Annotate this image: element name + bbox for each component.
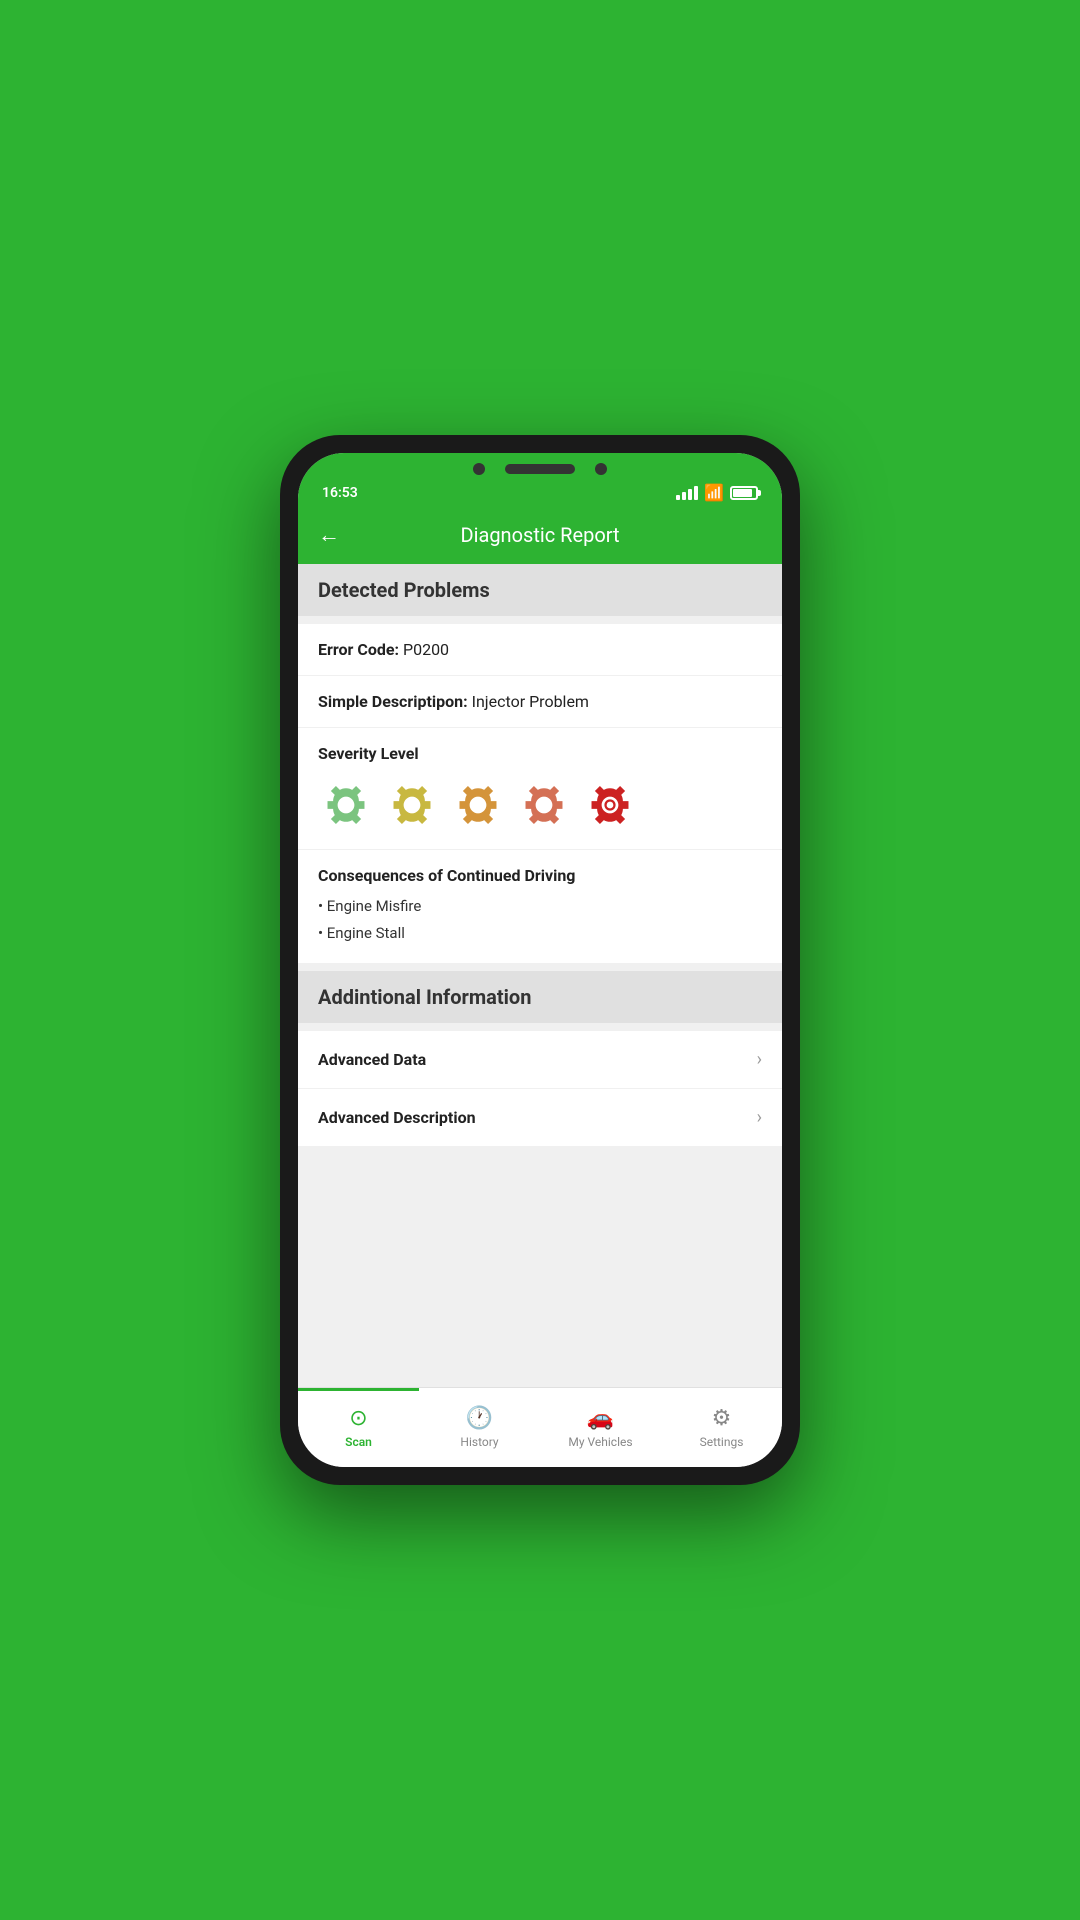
severity-gear-1	[318, 777, 374, 833]
battery-icon	[730, 486, 758, 500]
severity-section: Severity Level	[298, 728, 782, 850]
camera-notch	[473, 463, 485, 475]
chevron-icon-1: ›	[757, 1049, 762, 1070]
my-vehicles-icon: 🚗	[587, 1406, 614, 1431]
history-icon: 🕐	[466, 1406, 493, 1431]
camera-notch-2	[595, 463, 607, 475]
status-icons: 📶	[676, 483, 758, 502]
consequence-1: • Engine Misfire	[318, 893, 762, 920]
severity-gears	[318, 777, 762, 833]
scan-icon: ⊙	[349, 1406, 367, 1431]
signal-icon	[676, 486, 698, 500]
nav-history[interactable]: 🕐 History	[419, 1388, 540, 1467]
advanced-data-row[interactable]: Advanced Data ›	[298, 1031, 782, 1089]
simple-desc-row: Simple Descriptipon: Injector Problem	[298, 676, 782, 728]
scan-label: Scan	[345, 1435, 372, 1449]
phone-frame: 16:53 📶 ← Diagnostic Report	[280, 435, 800, 1485]
nav-scan[interactable]: ⊙ Scan	[298, 1388, 419, 1467]
severity-gear-3	[450, 777, 506, 833]
detected-problems-header: Detected Problems	[298, 564, 782, 616]
wifi-icon: 📶	[704, 483, 724, 502]
settings-icon: ⚙	[712, 1406, 732, 1431]
simple-desc-label: Simple Descriptipon:	[318, 692, 468, 711]
severity-label: Severity Level	[318, 744, 762, 763]
nav-my-vehicles[interactable]: 🚗 My Vehicles	[540, 1388, 661, 1467]
nav-settings[interactable]: ⚙ Settings	[661, 1388, 782, 1467]
consequences-title: Consequences of Continued Driving	[318, 866, 762, 885]
severity-gear-4	[516, 777, 572, 833]
settings-label: Settings	[700, 1435, 744, 1449]
error-code-value: P0200	[403, 640, 449, 659]
app-header: ← Diagnostic Report	[298, 510, 782, 564]
advanced-description-label: Advanced Description	[318, 1108, 476, 1127]
consequences-section: Consequences of Continued Driving • Engi…	[298, 850, 782, 963]
time-display: 16:53	[322, 485, 358, 501]
speaker-notch	[505, 464, 575, 474]
my-vehicles-label: My Vehicles	[568, 1435, 632, 1449]
chevron-icon-2: ›	[757, 1107, 762, 1128]
additional-info-header: Addintional Information	[298, 971, 782, 1023]
back-button[interactable]: ←	[318, 522, 340, 548]
phone-notch	[298, 453, 782, 479]
problems-card: Error Code: P0200 Simple Descriptipon: I…	[298, 624, 782, 963]
main-content: Detected Problems Error Code: P0200 Simp…	[298, 564, 782, 1387]
advanced-description-row[interactable]: Advanced Description ›	[298, 1089, 782, 1146]
severity-gear-2	[384, 777, 440, 833]
advanced-data-label: Advanced Data	[318, 1050, 426, 1069]
severity-gear-5	[582, 777, 638, 833]
additional-info-title: Addintional Information	[318, 985, 531, 1009]
status-bar: 16:53 📶	[298, 479, 782, 510]
simple-desc-value: Injector Problem	[472, 692, 589, 711]
history-label: History	[460, 1435, 498, 1449]
bottom-navigation: ⊙ Scan 🕐 History 🚗 My Vehicles ⚙ Setting…	[298, 1387, 782, 1467]
error-code-row: Error Code: P0200	[298, 624, 782, 676]
phone-screen: 16:53 📶 ← Diagnostic Report	[298, 453, 782, 1467]
detected-problems-title: Detected Problems	[318, 578, 490, 602]
page-title: Diagnostic Report	[356, 523, 724, 547]
additional-info-card: Advanced Data › Advanced Description ›	[298, 1031, 782, 1146]
error-code-label: Error Code:	[318, 640, 399, 659]
consequence-2: • Engine Stall	[318, 920, 762, 947]
